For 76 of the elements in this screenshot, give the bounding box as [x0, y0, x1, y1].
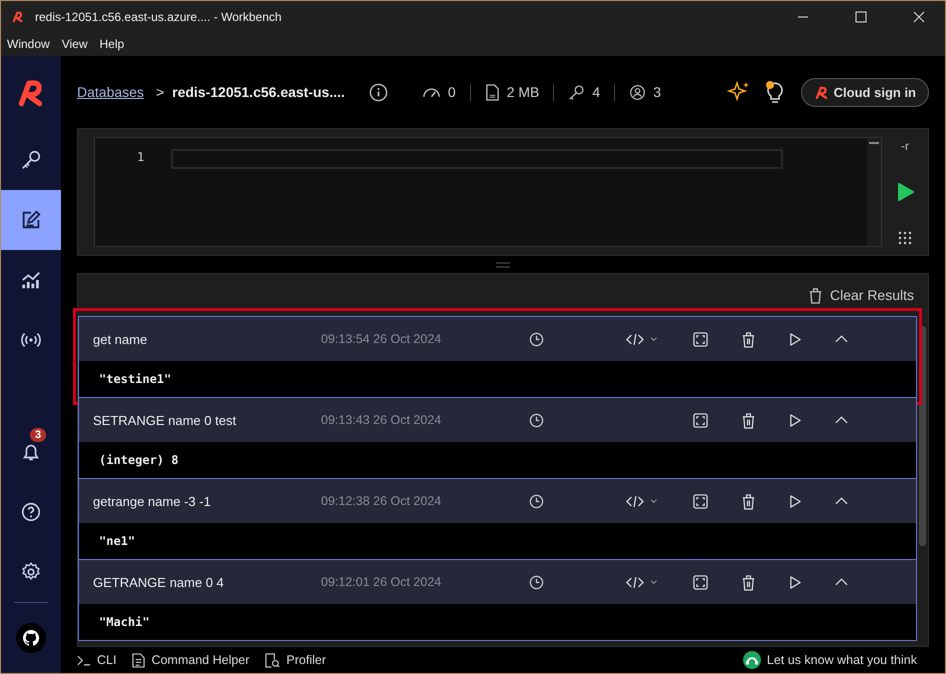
trash-icon [808, 286, 823, 304]
breadcrumb-separator: > [156, 84, 164, 100]
menu-item[interactable]: View [62, 37, 88, 51]
fullscreen-icon[interactable] [693, 412, 708, 428]
delete-icon[interactable] [741, 412, 756, 428]
line-number: 1 [137, 150, 146, 164]
command-text: SETRANGE name 0 test [93, 412, 238, 428]
play-icon[interactable] [789, 414, 802, 426]
logo-icon [814, 84, 829, 100]
database-name: redis-12051.c56.east-us.... [172, 84, 345, 100]
fullscreen-icon[interactable] [693, 494, 708, 508]
databases-link[interactable]: Databases [77, 84, 144, 100]
client-count: 3 [653, 84, 661, 100]
cloud-sign-in-button[interactable]: Cloud sign in [800, 78, 929, 106]
ops-count: 0 [448, 84, 456, 100]
result-output: "Machi" [99, 615, 150, 629]
delete-icon[interactable] [741, 330, 756, 348]
run-icon[interactable] [895, 182, 915, 202]
key-icon [568, 84, 586, 100]
timestamp: 09:13:43 26 Oct 2024 [321, 413, 442, 427]
fullscreen-icon[interactable] [693, 332, 708, 346]
terminal-icon [77, 654, 91, 666]
app-logo-icon [11, 10, 25, 24]
user-icon [629, 84, 646, 100]
play-icon[interactable] [789, 576, 802, 588]
fullscreen-icon[interactable] [693, 574, 708, 590]
window-title: redis-12051.c56.east-us.azure.... - Workbench [35, 10, 282, 24]
resize-handle-icon[interactable] [496, 262, 510, 268]
document-search-icon [265, 652, 280, 668]
edit-icon [20, 209, 42, 231]
memory-icon [484, 84, 500, 100]
headset-icon [742, 651, 761, 669]
result-output: "ne1" [99, 534, 136, 548]
menu-item[interactable]: Help [99, 37, 124, 51]
command-text: GETRANGE name 0 4 [93, 574, 225, 590]
result-output: "testine1" [99, 372, 172, 386]
cli-tab[interactable]: CLI [77, 653, 116, 667]
close-icon[interactable] [913, 10, 925, 22]
play-icon[interactable] [789, 332, 802, 346]
clock-icon[interactable] [529, 574, 544, 590]
maximize-icon[interactable] [855, 10, 867, 22]
raw-mode-toggle[interactable]: -r [901, 139, 909, 153]
result-output: (integer) 8 [99, 453, 178, 467]
play-icon[interactable] [789, 494, 802, 508]
query-editor[interactable]: 1 [94, 137, 882, 247]
clock-icon[interactable] [529, 332, 544, 346]
help-icon[interactable] [20, 501, 42, 523]
document-icon [132, 652, 146, 668]
info-icon[interactable] [368, 82, 388, 102]
clear-results-button[interactable]: Clear Results [802, 286, 920, 304]
timestamp: 09:12:38 26 Oct 2024 [321, 494, 442, 508]
key-icon [20, 149, 42, 171]
memory-usage: 2 MB [506, 84, 540, 100]
github-icon[interactable] [16, 623, 46, 653]
profiler-tab[interactable]: Profiler [265, 652, 326, 668]
grid-icon[interactable] [898, 231, 912, 245]
feedback-link[interactable]: Let us know what you think [742, 651, 917, 669]
delete-icon[interactable] [741, 574, 756, 590]
delete-icon[interactable] [741, 492, 756, 510]
timestamp: 09:13:54 26 Oct 2024 [321, 332, 442, 346]
command-text: getrange name -3 -1 [93, 494, 212, 508]
menu-item[interactable]: Window [7, 37, 50, 51]
timestamp: 09:12:01 26 Oct 2024 [321, 575, 442, 589]
collapse-icon[interactable] [835, 416, 848, 424]
clock-icon[interactable] [529, 494, 544, 508]
collapse-icon[interactable] [835, 335, 848, 343]
command-text: get name [93, 332, 148, 346]
command-helper-tab[interactable]: Command Helper [132, 652, 250, 668]
key-count: 4 [592, 84, 600, 100]
clock-icon[interactable] [529, 412, 544, 428]
chart-icon [20, 269, 42, 291]
workbench-nav-item[interactable] [1, 190, 61, 250]
scrollbar[interactable] [867, 138, 881, 246]
collapse-icon[interactable] [835, 578, 848, 586]
collapse-icon[interactable] [835, 497, 848, 505]
notification-badge: 3 [30, 428, 46, 442]
